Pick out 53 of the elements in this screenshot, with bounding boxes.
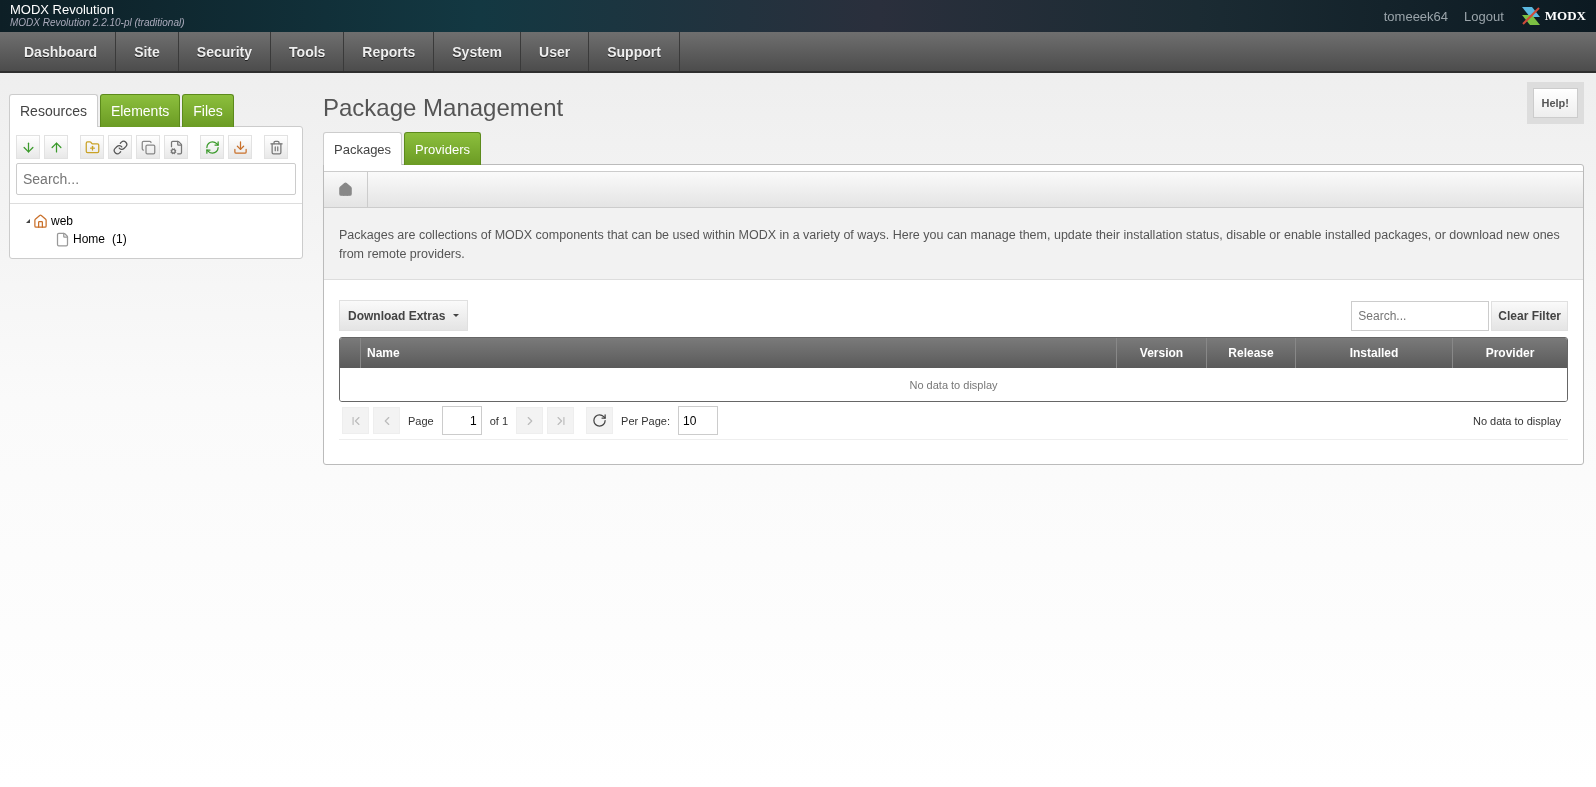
house-icon xyxy=(33,213,48,229)
toolbar-button[interactable] xyxy=(228,135,252,159)
nav-menu-item[interactable]: User xyxy=(521,32,590,71)
toolbar-button[interactable] xyxy=(136,135,160,159)
copy-icon xyxy=(140,139,156,155)
page-tab[interactable]: Packages xyxy=(323,132,403,165)
refresh-button[interactable] xyxy=(586,407,614,434)
search-field[interactable]: Search... xyxy=(1351,300,1490,331)
nav-menu-item[interactable]: Dashboard xyxy=(6,32,117,71)
help-button[interactable]: Help! xyxy=(1532,88,1578,118)
nav-menu-item[interactable]: Tools xyxy=(271,32,345,71)
sidebar-tab[interactable]: Resources xyxy=(9,94,98,127)
file-gear-icon xyxy=(168,139,184,155)
tree-item-label[interactable]: Home xyxy=(73,232,105,246)
logo-icon xyxy=(1519,5,1542,27)
per-page-field[interactable]: 10 xyxy=(678,406,718,435)
per-page-label: Per Page: xyxy=(621,414,670,427)
nav-menu-item[interactable]: Reports xyxy=(344,32,435,71)
toolbar-button[interactable] xyxy=(16,135,40,159)
page-label: Page xyxy=(408,414,434,427)
nav-menu-item[interactable]: Support xyxy=(589,32,680,71)
tree-item-label[interactable]: web xyxy=(51,214,73,228)
nav-menu-item[interactable]: System xyxy=(434,32,522,71)
folder-plus-icon xyxy=(84,139,100,155)
page-icon xyxy=(55,231,70,247)
refresh-icon xyxy=(204,139,220,155)
trash-icon xyxy=(268,139,284,155)
logo-text: MODX xyxy=(1544,8,1586,24)
app-title: MODX Revolution xyxy=(10,3,116,17)
download-icon xyxy=(232,139,248,155)
nav-menu-item[interactable]: Security xyxy=(178,32,272,71)
nav-menu-item[interactable]: Site xyxy=(116,32,179,71)
toolbar-button[interactable] xyxy=(108,135,132,159)
refresh-icon xyxy=(592,413,608,428)
description-text: Packages are collections of MODX components that can be used within MODX in a variety of ways. Here you can manage them, update their installation status, disable or enable installed packages, or download new ones from remote providers. xyxy=(324,208,1583,280)
page-title: Package Management xyxy=(323,94,564,122)
toolbar-button[interactable] xyxy=(164,135,188,159)
pager-status: No data to display xyxy=(1472,414,1561,427)
page-count: of 1 xyxy=(489,414,509,427)
toolbar-button[interactable] xyxy=(264,135,288,159)
clear-filter-button[interactable]: Clear Filter xyxy=(1491,300,1568,331)
tree-item-count: (1) xyxy=(112,232,127,246)
home-icon xyxy=(338,182,353,197)
link-icon xyxy=(112,139,128,155)
username-link[interactable]: tomeeek64 xyxy=(1383,8,1449,24)
toolbar-button[interactable] xyxy=(44,135,68,159)
caret-icon xyxy=(453,314,460,317)
page-number-field[interactable]: 1 xyxy=(441,406,482,435)
search-field[interactable]: Search... xyxy=(16,163,296,195)
download-extras-button[interactable]: Download Extras xyxy=(339,300,469,331)
toolbar-button[interactable] xyxy=(200,135,224,159)
logout-link[interactable]: Logout xyxy=(1464,8,1504,24)
app-version: MODX Revolution 2.2.10-pl (traditional) xyxy=(10,17,186,29)
